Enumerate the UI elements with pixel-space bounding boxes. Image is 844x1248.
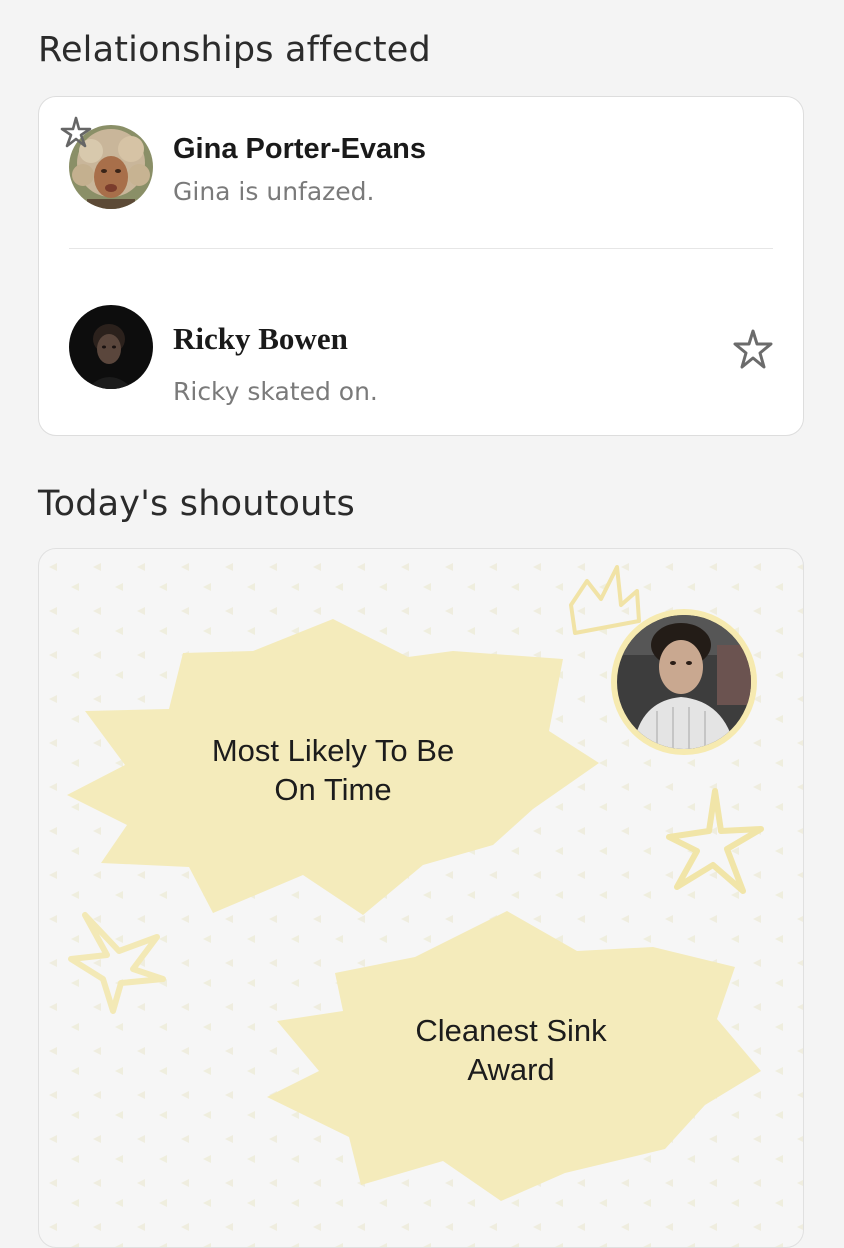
shoutouts-card: Most Likely To Be On Time Cleanest Sink … <box>38 548 804 1248</box>
star-doodle-icon <box>666 788 764 894</box>
award-title-line: Award <box>467 1052 555 1087</box>
star-doodle-icon <box>733 329 773 369</box>
relationships-title: Relationships affected <box>38 30 431 70</box>
relationship-status: Ricky skated on. <box>173 377 378 406</box>
award-title-line: Most Likely To Be <box>211 733 455 768</box>
award-recipient-avatar[interactable] <box>611 609 757 755</box>
relationships-card: Gina Porter-Evans Gina is unfazed. Ricky… <box>38 96 804 436</box>
award-title-line: Cleanest Sink <box>415 1013 607 1048</box>
star-doodle-icon <box>60 116 92 148</box>
award-title-line: On Time <box>274 772 392 807</box>
ricky-avatar <box>69 305 153 389</box>
relationship-name: Ricky Bowen <box>173 321 348 356</box>
relationship-status: Gina is unfazed. <box>173 177 375 206</box>
star-doodle-icon <box>68 912 166 1014</box>
row-divider <box>69 248 773 249</box>
relationship-name: Gina Porter-Evans <box>173 133 427 165</box>
shoutouts-title: Today's shoutouts <box>38 484 355 524</box>
